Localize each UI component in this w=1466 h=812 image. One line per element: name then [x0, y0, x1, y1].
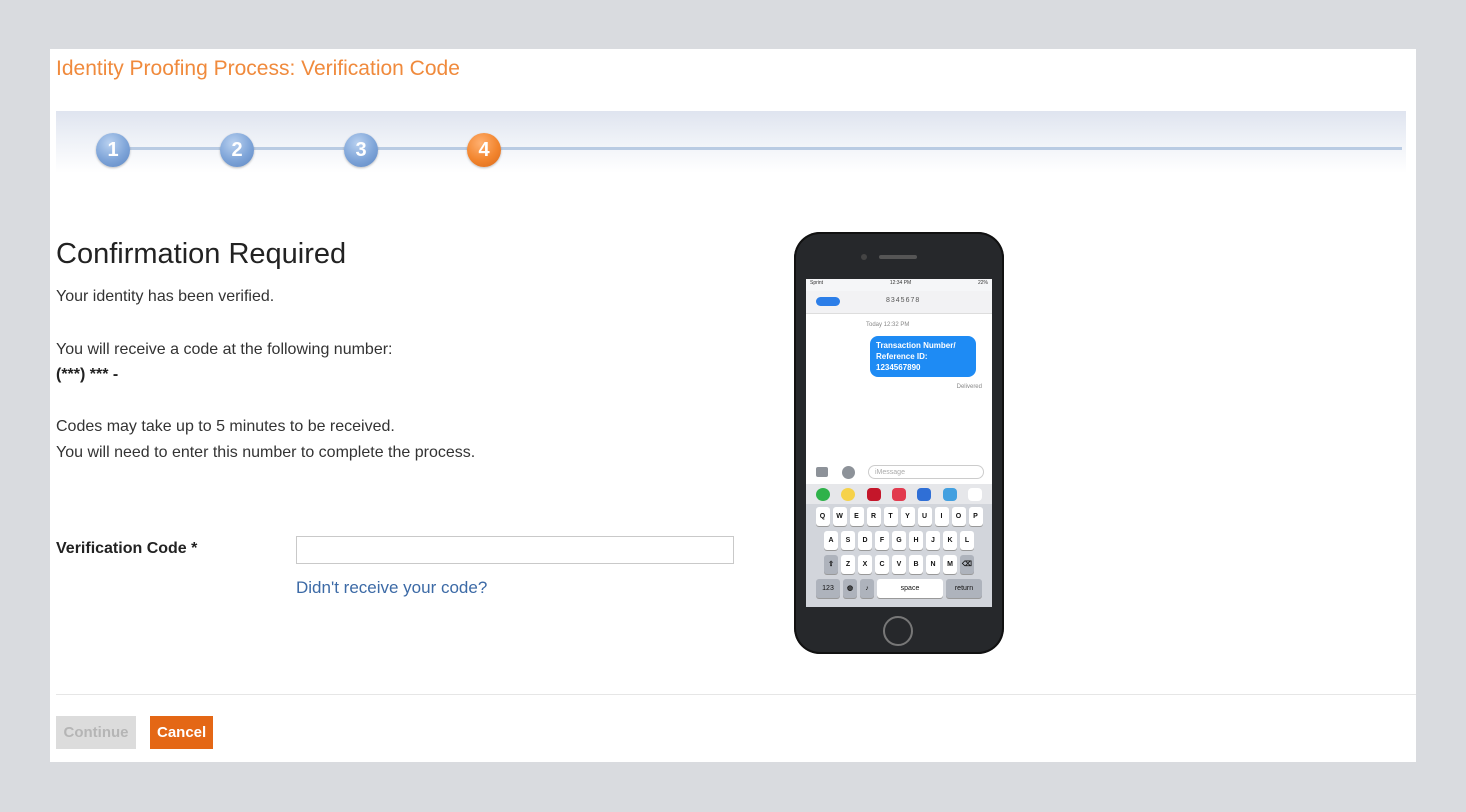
key: U — [917, 507, 932, 526]
phone-illustration: Sprint 12:34 PM 22% 8345678 Today 12:32 … — [794, 232, 1004, 654]
key: E — [849, 507, 864, 526]
home-button-icon — [883, 616, 913, 646]
key: Z — [841, 555, 855, 574]
contact-number: 8345678 — [886, 297, 921, 304]
imessage-apps-row — [806, 484, 992, 504]
app-store-icon — [842, 466, 855, 479]
step-1: 1 — [96, 133, 130, 167]
progress-stepper: 1 2 3 4 — [56, 111, 1406, 173]
message-bubble: Transaction Number/ Reference ID: 123456… — [870, 336, 976, 377]
phone-speaker — [879, 255, 917, 259]
delivered-label: Delivered — [956, 384, 982, 390]
more-apps-icon — [968, 487, 983, 501]
key: J — [926, 531, 940, 550]
phone-keyboard: Q W E R T Y U I O P A S D F G H J K L ⇧ … — [806, 504, 992, 607]
key: V — [892, 555, 906, 574]
enter-code-text: You will need to enter this number to co… — [56, 444, 476, 461]
key: C — [875, 555, 889, 574]
message-input-row: iMessage — [806, 462, 992, 484]
backspace-key-icon: ⌫ — [960, 555, 974, 574]
imessage-field: iMessage — [868, 465, 984, 479]
page-title: Identity Proofing Process: Verification … — [56, 57, 460, 80]
v-app-icon — [942, 487, 957, 501]
keyboard-row-2: A S D F G H J K L — [809, 531, 989, 550]
key: L — [960, 531, 974, 550]
key: K — [943, 531, 957, 550]
message-date: Today 12:32 PM — [866, 322, 910, 328]
mic-key-icon: ♪ — [860, 579, 874, 598]
verification-code-input[interactable] — [296, 536, 734, 564]
photos-app-icon — [815, 487, 830, 501]
keyboard-row-3: ⇧ Z X C V B N M ⌫ — [809, 555, 989, 574]
step-4-current: 4 — [467, 133, 501, 167]
music-app-icon — [866, 487, 881, 501]
key: M — [943, 555, 957, 574]
key: Q — [815, 507, 830, 526]
key: R — [866, 507, 881, 526]
resend-code-link[interactable]: Didn't receive your code? — [296, 578, 487, 598]
verified-text: Your identity has been verified. — [56, 288, 275, 305]
key: P — [968, 507, 983, 526]
phone-camera — [861, 254, 867, 260]
keyboard-row-1: Q W E R T Y U I O P — [809, 507, 989, 526]
key: I — [934, 507, 949, 526]
identity-proofing-panel: Identity Proofing Process: Verification … — [50, 49, 1416, 762]
key: F — [875, 531, 889, 550]
store-app-icon — [841, 487, 856, 501]
message-thread: Today 12:32 PM Transaction Number/ Refer… — [806, 314, 992, 462]
return-key: return — [946, 579, 982, 598]
phone-screen: Sprint 12:34 PM 22% 8345678 Today 12:32 … — [806, 279, 992, 607]
key: T — [883, 507, 898, 526]
phone-statusbar: Sprint 12:34 PM 22% — [806, 279, 992, 291]
numbers-key: 123 — [816, 579, 840, 598]
camera-icon — [816, 467, 828, 477]
key: D — [858, 531, 872, 550]
key: W — [832, 507, 847, 526]
key: O — [951, 507, 966, 526]
key: S — [841, 531, 855, 550]
masked-phone-number: (***) *** - — [56, 366, 119, 383]
back-icon — [816, 297, 840, 306]
shield-app-icon — [917, 487, 932, 501]
code-delay-text: Codes may take up to 5 minutes to be rec… — [56, 418, 395, 435]
message-header: 8345678 — [806, 291, 992, 314]
globe-key-icon: ◍ — [843, 579, 857, 598]
key: A — [824, 531, 838, 550]
key: Y — [900, 507, 915, 526]
keyboard-row-4: 123 ◍ ♪ space return — [809, 579, 989, 598]
h-app-icon — [891, 487, 906, 501]
key: G — [892, 531, 906, 550]
footer-divider — [56, 694, 1416, 695]
shift-key-icon: ⇧ — [824, 555, 838, 574]
continue-button[interactable]: Continue — [56, 716, 136, 749]
stepper-line — [106, 147, 1402, 150]
key: B — [909, 555, 923, 574]
confirmation-heading: Confirmation Required — [56, 238, 347, 270]
carrier-text: Sprint — [810, 280, 824, 286]
space-key: space — [877, 579, 943, 598]
time-text: 12:34 PM — [889, 280, 912, 286]
battery-text: 22% — [977, 280, 988, 286]
key: X — [858, 555, 872, 574]
step-2: 2 — [220, 133, 254, 167]
key: H — [909, 531, 923, 550]
verification-code-label: Verification Code * — [56, 540, 198, 557]
key: N — [926, 555, 940, 574]
step-3: 3 — [344, 133, 378, 167]
cancel-button[interactable]: Cancel — [150, 716, 213, 749]
receive-code-text: You will receive a code at the following… — [56, 341, 393, 358]
